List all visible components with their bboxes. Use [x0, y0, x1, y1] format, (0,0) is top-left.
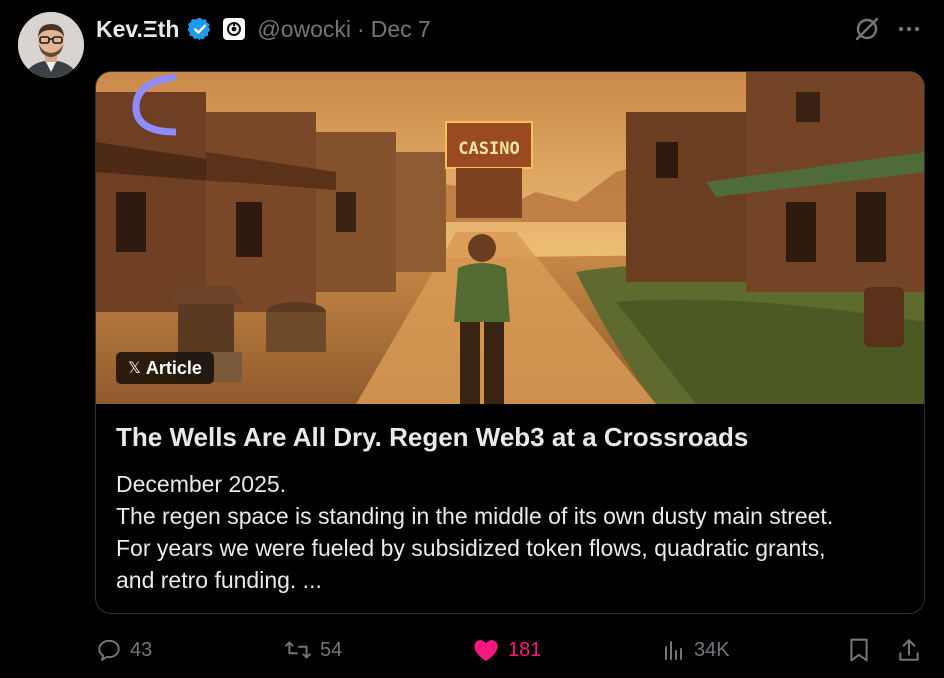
excerpt-line: December 2025.	[116, 471, 287, 497]
article-cover-image[interactable]: CASINO 𝕏 Article	[96, 72, 924, 404]
tweet-actions: 43 54 181 34K	[0, 632, 944, 668]
repost-count: 54	[320, 638, 343, 661]
views-button[interactable]: 34K	[662, 632, 730, 668]
tweet[interactable]: Kev.Ξth @owocki · Dec 7 CASINO 𝕏 Article…	[0, 0, 944, 678]
article-badge: 𝕏 Article	[116, 352, 214, 384]
share-icon	[896, 636, 922, 664]
x-logo-icon: 𝕏	[128, 360, 141, 377]
article-card[interactable]: CASINO 𝕏 Article The Wells Are All Dry. …	[95, 71, 925, 614]
heart-icon	[472, 637, 500, 663]
reply-count: 43	[130, 638, 153, 661]
avatar[interactable]	[18, 12, 84, 78]
tweet-header: Kev.Ξth @owocki · Dec 7	[96, 14, 431, 44]
author-display-name[interactable]: Kev.Ξth	[96, 16, 179, 43]
casino-sign-text: CASINO	[458, 139, 519, 159]
tweet-date[interactable]: Dec 7	[371, 16, 431, 43]
author-handle[interactable]: @owocki	[257, 16, 351, 43]
header-separator: ·	[357, 15, 365, 42]
reply-button[interactable]: 43	[96, 632, 152, 668]
excerpt-line: The regen space is standing in the middl…	[116, 503, 834, 529]
bookmark-icon	[846, 636, 872, 664]
views-count: 34K	[694, 638, 730, 661]
article-badge-label: Article	[145, 357, 202, 378]
grok-icon[interactable]	[852, 14, 882, 44]
excerpt-line: and retro funding. ...	[116, 567, 322, 593]
share-button[interactable]	[896, 632, 922, 668]
views-icon	[662, 637, 686, 663]
like-button[interactable]: 181	[472, 632, 541, 668]
article-title[interactable]: The Wells Are All Dry. Regen Web3 at a C…	[116, 422, 906, 453]
verified-badge-icon[interactable]	[187, 16, 213, 42]
affiliation-badge-icon[interactable]	[223, 18, 246, 40]
reply-icon	[96, 637, 122, 663]
repost-icon	[284, 637, 312, 663]
excerpt-line: For years we were fueled by subsidized t…	[116, 535, 826, 561]
article-excerpt: December 2025. The regen space is standi…	[116, 468, 916, 596]
repost-button[interactable]: 54	[284, 632, 342, 668]
more-icon[interactable]	[896, 20, 922, 38]
bookmark-button[interactable]	[846, 632, 872, 668]
like-count: 181	[508, 638, 542, 661]
